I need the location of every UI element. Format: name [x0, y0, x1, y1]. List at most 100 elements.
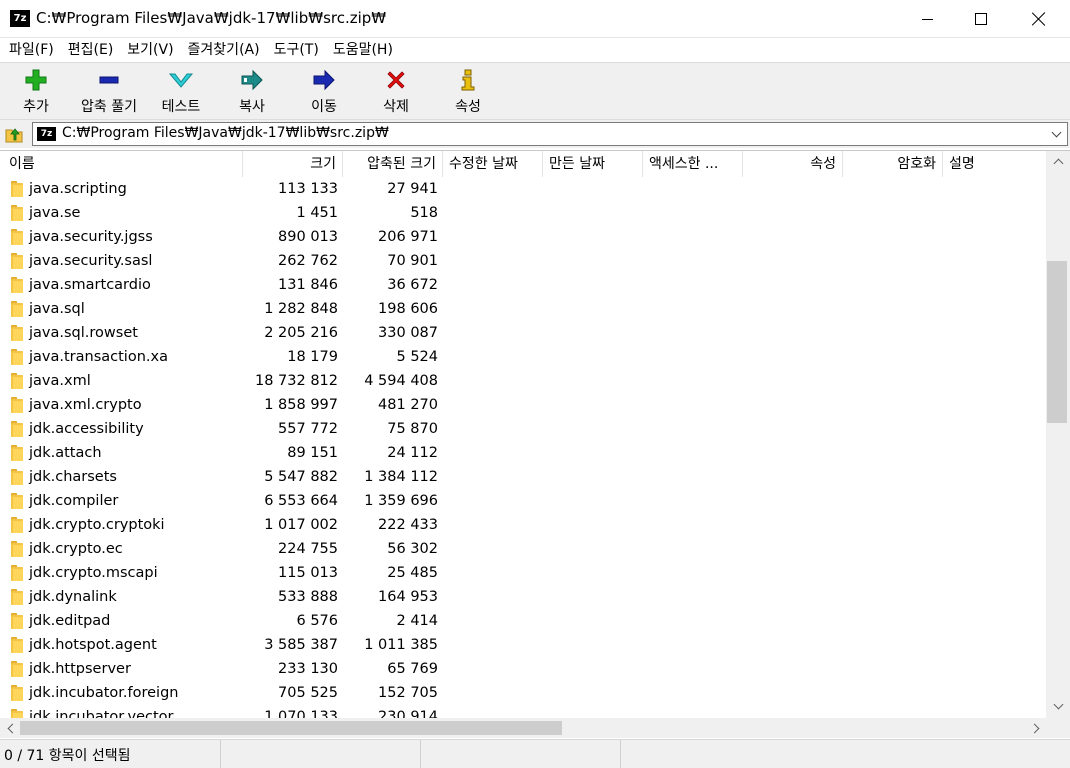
- file-name: java.sql: [29, 301, 85, 317]
- list-item[interactable]: jdk.accessibility 557 772 75 870: [0, 417, 1046, 441]
- vertical-scroll-thumb[interactable]: [1047, 261, 1067, 423]
- file-name: jdk.dynalink: [29, 589, 117, 605]
- list-item[interactable]: java.security.jgss 890 013 206 971: [0, 225, 1046, 249]
- column-created[interactable]: 만든 날짜: [543, 151, 643, 177]
- menu-file[interactable]: 파일(F): [2, 38, 61, 62]
- list-item[interactable]: java.sql.rowset 2 205 216 330 087: [0, 321, 1046, 345]
- app-7zip-icon[interactable]: 7z: [10, 10, 30, 27]
- column-accessed[interactable]: 액세스한 ...: [643, 151, 743, 177]
- file-name: java.sql.rowset: [29, 325, 138, 341]
- path-combobox[interactable]: 7z C:₩Program Files₩Java₩jdk-17₩lib₩src.…: [32, 122, 1068, 146]
- scroll-left-button[interactable]: [0, 718, 20, 738]
- list-item[interactable]: java.xml.crypto 1 858 997 481 270: [0, 393, 1046, 417]
- file-packed-size: 1 384 112: [364, 469, 438, 485]
- folder-icon: [11, 421, 23, 437]
- list-item[interactable]: java.smartcardio 131 846 36 672: [0, 273, 1046, 297]
- column-attributes[interactable]: 속성: [743, 151, 843, 177]
- file-size: 1 451: [296, 205, 338, 221]
- up-folder-button[interactable]: [4, 124, 26, 144]
- info-button[interactable]: 속성: [448, 65, 488, 117]
- file-packed-size: 25 485: [387, 565, 438, 581]
- list-item[interactable]: jdk.attach 89 151 24 112: [0, 441, 1046, 465]
- delete-button[interactable]: 삭제: [376, 65, 416, 117]
- folder-icon: [11, 253, 23, 269]
- list-item[interactable]: jdk.hotspot.agent 3 585 387 1 011 385: [0, 633, 1046, 657]
- file-name: java.se: [29, 205, 81, 221]
- copy-button[interactable]: 복사: [232, 65, 272, 117]
- file-packed-size: 27 941: [387, 181, 438, 197]
- folder-up-icon: [5, 128, 23, 143]
- file-size: 533 888: [278, 589, 338, 605]
- extract-button[interactable]: 압축 풀기: [74, 65, 144, 117]
- file-size: 557 772: [278, 421, 338, 437]
- folder-icon: [11, 517, 23, 533]
- test-button[interactable]: 테스트: [156, 65, 206, 117]
- column-comment[interactable]: 설명: [943, 151, 1046, 177]
- menu-help[interactable]: 도움말(H): [326, 38, 400, 62]
- list-item[interactable]: jdk.crypto.mscapi 115 013 25 485: [0, 561, 1046, 585]
- column-packed-size[interactable]: 압축된 크기: [343, 151, 443, 177]
- horizontal-scroll-thumb[interactable]: [20, 721, 562, 735]
- scroll-down-button[interactable]: [1046, 696, 1070, 716]
- menu-favorites[interactable]: 즐겨찾기(A): [181, 38, 267, 62]
- file-packed-size: 75 870: [387, 421, 438, 437]
- move-label: 이동: [311, 99, 337, 115]
- address-bar: 7z C:₩Program Files₩Java₩jdk-17₩lib₩src.…: [0, 120, 1070, 148]
- file-packed-size: 5 524: [396, 349, 438, 365]
- path-dropdown-button[interactable]: [1047, 123, 1065, 145]
- column-size[interactable]: 크기: [243, 151, 343, 177]
- list-item[interactable]: jdk.charsets 5 547 882 1 384 112: [0, 465, 1046, 489]
- maximize-button[interactable]: [958, 0, 1004, 38]
- file-packed-size: 70 901: [387, 253, 438, 269]
- delete-label: 삭제: [383, 99, 409, 115]
- path-text[interactable]: C:₩Program Files₩Java₩jdk-17₩lib₩src.zip…: [62, 125, 389, 141]
- file-name: jdk.crypto.ec: [29, 541, 123, 557]
- horizontal-scrollbar[interactable]: [0, 718, 1046, 738]
- app-icon-text: 7z: [13, 13, 27, 24]
- file-name: java.scripting: [29, 181, 127, 197]
- status-bar: 0 / 71 항목이 선택됨: [0, 739, 1070, 768]
- scroll-right-button[interactable]: [1026, 718, 1046, 738]
- vertical-scrollbar[interactable]: [1046, 151, 1070, 718]
- list-item[interactable]: jdk.httpserver 233 130 65 769: [0, 657, 1046, 681]
- list-item[interactable]: java.sql 1 282 848 198 606: [0, 297, 1046, 321]
- file-packed-size: 330 087: [378, 325, 438, 341]
- list-item[interactable]: jdk.incubator.foreign 705 525 152 705: [0, 681, 1046, 705]
- column-modified[interactable]: 수정한 날짜: [443, 151, 543, 177]
- list-item[interactable]: java.transaction.xa 18 179 5 524: [0, 345, 1046, 369]
- scroll-up-button[interactable]: [1046, 151, 1070, 171]
- menu-view[interactable]: 보기(V): [120, 38, 180, 62]
- list-item[interactable]: java.xml 18 732 812 4 594 408: [0, 369, 1046, 393]
- minimize-button[interactable]: [904, 0, 950, 38]
- status-segment-selection: 0 / 71 항목이 선택됨: [0, 740, 221, 768]
- list-item[interactable]: jdk.compiler 6 553 664 1 359 696: [0, 489, 1046, 513]
- file-size: 224 755: [278, 541, 338, 557]
- move-button[interactable]: 이동: [304, 65, 344, 117]
- file-name: jdk.accessibility: [29, 421, 144, 437]
- move-arrow-icon: [312, 68, 336, 92]
- column-name[interactable]: 이름: [0, 151, 243, 177]
- file-packed-size: 4 594 408: [364, 373, 438, 389]
- list-item[interactable]: jdk.incubator.vector 1 070 133 230 914: [0, 705, 1046, 718]
- archive-7z-icon: 7z: [37, 127, 56, 141]
- list-item[interactable]: jdk.dynalink 533 888 164 953: [0, 585, 1046, 609]
- file-packed-size: 198 606: [378, 301, 438, 317]
- file-packed-size: 1 011 385: [364, 637, 438, 653]
- arrow-up-icon: [1053, 158, 1063, 168]
- folder-icon: [11, 493, 23, 509]
- list-item[interactable]: java.scripting 113 133 27 941: [0, 177, 1046, 201]
- list-item[interactable]: jdk.editpad 6 576 2 414: [0, 609, 1046, 633]
- add-button[interactable]: 추가: [16, 65, 56, 117]
- file-size: 89 151: [287, 445, 338, 461]
- file-size: 262 762: [278, 253, 338, 269]
- list-item[interactable]: jdk.crypto.cryptoki 1 017 002 222 433: [0, 513, 1046, 537]
- file-list: 이름 크기 압축된 크기 수정한 날짜 만든 날짜 액세스한 ... 속성 암호…: [0, 150, 1070, 738]
- list-item[interactable]: jdk.crypto.ec 224 755 56 302: [0, 537, 1046, 561]
- list-item[interactable]: java.se 1 451 518: [0, 201, 1046, 225]
- folder-icon: [11, 445, 23, 461]
- column-encrypted[interactable]: 암호화: [843, 151, 943, 177]
- close-button[interactable]: [1016, 0, 1062, 38]
- menu-tools[interactable]: 도구(T): [267, 38, 326, 62]
- menu-edit[interactable]: 편집(E): [61, 38, 121, 62]
- list-item[interactable]: java.security.sasl 262 762 70 901: [0, 249, 1046, 273]
